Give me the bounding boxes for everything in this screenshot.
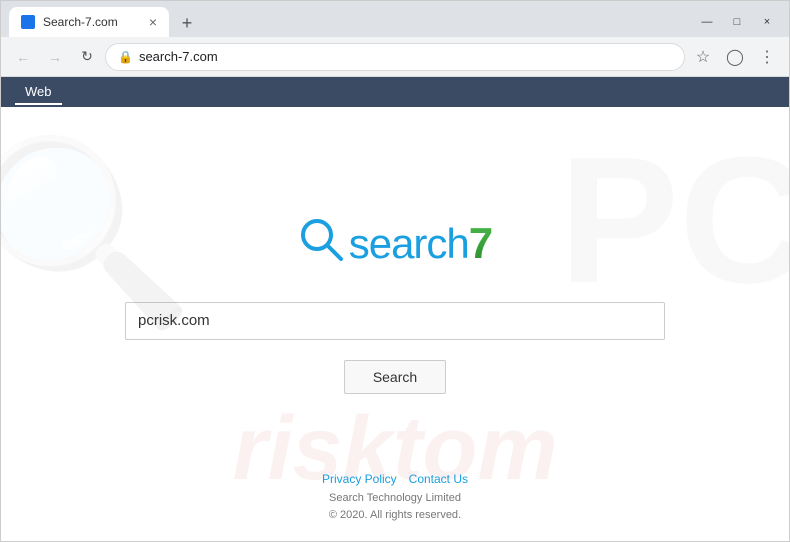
web-nav-bar: Web	[1, 77, 789, 107]
logo-text: search	[349, 220, 469, 268]
maximize-button[interactable]: □	[723, 11, 751, 33]
close-button[interactable]: ×	[753, 11, 781, 33]
lock-icon: 🔒	[118, 50, 133, 64]
watermark-magnifier: 🔍	[1, 127, 195, 338]
window-controls: — □ ×	[693, 11, 781, 37]
address-bar-row: ← → ↻ 🔒 search-7.com ☆ ◯ ⋮	[1, 37, 789, 77]
privacy-policy-link[interactable]: Privacy Policy	[322, 472, 397, 486]
minimize-button[interactable]: —	[693, 11, 721, 33]
title-bar: Search-7.com × + — □ ×	[1, 1, 789, 37]
contact-us-link[interactable]: Contact Us	[409, 472, 468, 486]
forward-button[interactable]: →	[41, 43, 69, 71]
tab-close-button[interactable]: ×	[149, 15, 157, 29]
web-nav-item-web[interactable]: Web	[15, 80, 62, 105]
logo-magnifier-icon	[297, 215, 345, 274]
footer-links: Privacy Policy Contact Us	[322, 472, 468, 486]
active-tab[interactable]: Search-7.com ×	[9, 7, 169, 37]
browser-right-icons: ☆ ◯ ⋮	[689, 43, 781, 71]
footer: Privacy Policy Contact Us Search Technol…	[322, 472, 468, 525]
watermark-pc: PC	[559, 117, 789, 324]
footer-company: Search Technology Limited © 2020. All ri…	[322, 490, 468, 525]
reload-button[interactable]: ↻	[73, 43, 101, 71]
new-tab-button[interactable]: +	[173, 9, 201, 37]
page-content: 🔍 PC risktom search7 Search Privacy Poli…	[1, 107, 789, 541]
menu-icon[interactable]: ⋮	[753, 43, 781, 71]
back-button[interactable]: ←	[9, 43, 37, 71]
bookmark-icon[interactable]: ☆	[689, 43, 717, 71]
account-icon[interactable]: ◯	[721, 43, 749, 71]
address-text: search-7.com	[139, 49, 672, 64]
search-button[interactable]: Search	[344, 360, 446, 394]
tab-title: Search-7.com	[43, 15, 118, 29]
address-box[interactable]: 🔒 search-7.com	[105, 43, 685, 71]
tab-favicon	[21, 15, 35, 29]
logo-area: search7	[297, 215, 494, 274]
logo-number: 7	[469, 219, 493, 269]
browser-frame: Search-7.com × + — □ × ← → ↻ 🔒 search-7.…	[0, 0, 790, 542]
